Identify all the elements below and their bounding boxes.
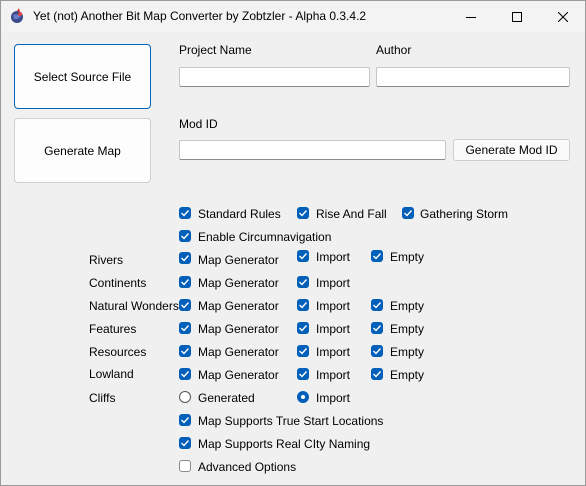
features-label: Features: [89, 322, 137, 336]
rivers-import-checkbox[interactable]: [297, 250, 309, 262]
gathering-storm-label: Gathering Storm: [420, 207, 509, 221]
natural-wonders-empty-checkbox[interactable]: [371, 299, 383, 311]
natural-wonders-generator-checkbox[interactable]: [179, 299, 191, 311]
lowland-generator-checkbox[interactable]: [179, 368, 191, 380]
resources-generator-label: Map Generator: [198, 345, 279, 359]
lowland-label: Lowland: [89, 367, 134, 381]
rivers-generator-checkbox[interactable]: [179, 252, 191, 264]
lowland-import-label: Import: [316, 368, 351, 382]
real-city-naming-label: Map Supports Real CIty Naming: [198, 437, 371, 451]
cliffs-generated-radio[interactable]: [179, 391, 191, 403]
natural-wonders-generator-label: Map Generator: [198, 299, 279, 313]
features-import-checkbox[interactable]: [297, 322, 309, 334]
mod-id-field[interactable]: [179, 140, 446, 160]
features-generator-checkbox[interactable]: [179, 322, 191, 334]
author-label: Author: [376, 43, 412, 57]
rise-and-fall-label: Rise And Fall: [316, 207, 387, 221]
generate-mod-id-button[interactable]: Generate Mod ID: [453, 139, 570, 161]
select-source-file-button[interactable]: Select Source File: [14, 44, 151, 109]
minimize-button[interactable]: [448, 1, 494, 32]
project-name-field[interactable]: [179, 67, 370, 87]
true-start-locations-checkbox[interactable]: [179, 414, 191, 426]
advanced-options-checkbox[interactable]: [179, 460, 191, 472]
real-city-naming-checkbox[interactable]: [179, 437, 191, 449]
rivers-empty-checkbox[interactable]: [371, 250, 383, 262]
natural-wonders-import-label: Import: [316, 299, 351, 313]
minimize-icon: [466, 16, 476, 18]
resources-empty-checkbox[interactable]: [371, 345, 383, 357]
continents-label: Continents: [89, 276, 147, 290]
circumnavigation-label: Enable Circumnavigation: [198, 230, 332, 244]
app-window: Yet (not) Another Bit Map Converter by Z…: [0, 0, 586, 486]
resources-import-checkbox[interactable]: [297, 345, 309, 357]
resources-import-label: Import: [316, 345, 351, 359]
cliffs-import-label: Import: [316, 391, 351, 405]
gathering-storm-checkbox[interactable]: [402, 207, 414, 219]
true-start-locations-label: Map Supports True Start Locations: [198, 414, 384, 428]
advanced-options-label: Advanced Options: [198, 460, 297, 474]
lowland-generator-label: Map Generator: [198, 368, 279, 382]
title-bar: Yet (not) Another Bit Map Converter by Z…: [1, 1, 585, 32]
generate-map-button[interactable]: Generate Map: [14, 118, 151, 183]
app-icon: [9, 8, 25, 24]
standard-rules-label: Standard Rules: [198, 207, 281, 221]
generate-map-label: Generate Map: [44, 143, 121, 158]
cliffs-import-radio[interactable]: [297, 391, 309, 403]
continents-import-checkbox[interactable]: [297, 276, 309, 288]
circumnavigation-checkbox[interactable]: [179, 230, 191, 242]
standard-rules-checkbox[interactable]: [179, 207, 191, 219]
lowland-import-checkbox[interactable]: [297, 368, 309, 380]
features-empty-checkbox[interactable]: [371, 322, 383, 334]
natural-wonders-import-checkbox[interactable]: [297, 299, 309, 311]
natural-wonders-empty-label: Empty: [390, 299, 425, 313]
window-title: Yet (not) Another Bit Map Converter by Z…: [33, 9, 367, 23]
continents-import-label: Import: [316, 276, 351, 290]
features-empty-label: Empty: [390, 322, 425, 336]
rivers-generator-label: Map Generator: [198, 253, 279, 267]
rivers-empty-label: Empty: [390, 250, 425, 264]
cliffs-generated-label: Generated: [198, 391, 255, 405]
mod-id-label: Mod ID: [179, 117, 218, 131]
author-field[interactable]: [376, 67, 570, 87]
generate-mod-id-label: Generate Mod ID: [465, 143, 558, 157]
resources-label: Resources: [89, 345, 147, 359]
maximize-icon: [512, 11, 522, 22]
select-source-file-label: Select Source File: [33, 69, 132, 84]
project-name-label: Project Name: [179, 43, 252, 57]
rise-and-fall-checkbox[interactable]: [297, 207, 309, 219]
resources-generator-checkbox[interactable]: [179, 345, 191, 357]
features-generator-label: Map Generator: [198, 322, 279, 336]
resources-empty-label: Empty: [390, 345, 425, 359]
cliffs-label: Cliffs: [89, 391, 116, 405]
maximize-button[interactable]: [494, 1, 540, 32]
lowland-empty-checkbox[interactable]: [371, 368, 383, 380]
rivers-import-label: Import: [316, 250, 351, 264]
continents-generator-label: Map Generator: [198, 276, 279, 290]
features-import-label: Import: [316, 322, 351, 336]
natural-wonders-label: Natural Wonders: [89, 299, 179, 313]
close-button[interactable]: [540, 1, 586, 32]
close-icon: [558, 11, 568, 22]
rivers-label: Rivers: [89, 253, 124, 267]
continents-generator-checkbox[interactable]: [179, 276, 191, 288]
lowland-empty-label: Empty: [390, 368, 425, 382]
